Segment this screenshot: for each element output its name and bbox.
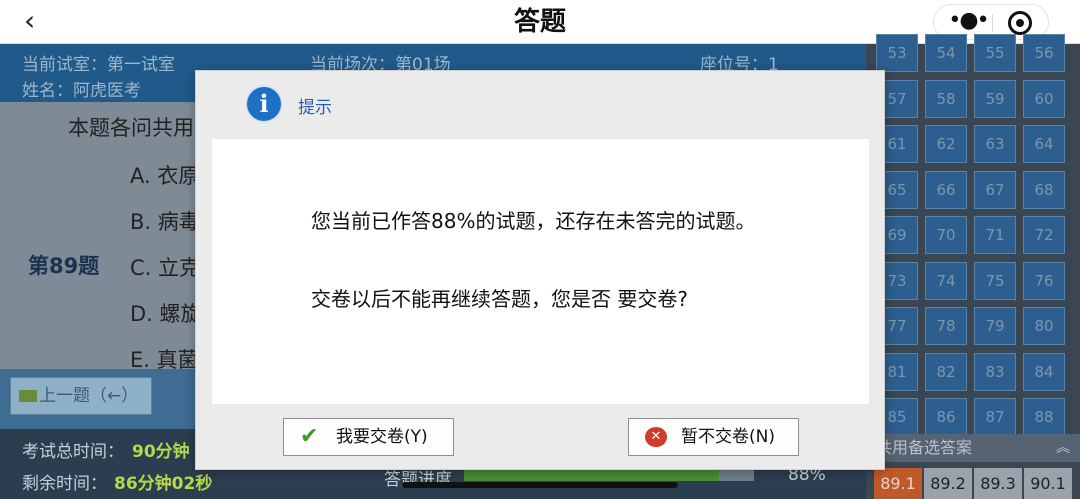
shared-answer-cell[interactable]: 89.1 [874,468,922,499]
shared-answer-cell[interactable]: 89.3 [974,468,1022,499]
question-cell[interactable]: 82 [925,352,967,391]
option-c[interactable]: C. 立克 [130,252,200,282]
dialog-title: 提示 [298,98,332,118]
shared-answers-header[interactable]: 共用备选答案 ︽ [866,434,1080,462]
arrow-left-icon [19,390,37,402]
question-cell[interactable]: 53 [876,34,918,72]
prev-question-button[interactable]: 上一题（←） [10,377,152,415]
question-cell[interactable]: 79 [974,307,1016,345]
shared-answer-cell[interactable]: 89.2 [924,468,972,499]
option-a[interactable]: A. 衣原 [130,160,199,190]
question-cell[interactable]: 62 [925,125,967,163]
question-cell[interactable]: 54 [925,34,967,72]
shared-answers-title: 共用备选答案 [876,438,973,457]
total-time-value: 90分钟 [132,442,190,462]
question-cell[interactable]: 58 [925,79,967,118]
option-d[interactable]: D. 螺旋 [130,298,202,328]
question-cell[interactable]: 72 [1023,216,1065,254]
question-number: 第89题 [28,254,100,278]
capsule-divider [992,14,993,32]
question-cell[interactable]: 87 [974,398,1016,436]
page-title: 答题 [513,7,566,37]
remain-time-value: 86分钟02秒 [114,474,213,494]
cancel-x-icon: ✕ [645,427,667,447]
info-icon: i [245,85,283,123]
question-cell[interactable]: 60 [1023,79,1065,118]
question-cell[interactable]: 67 [974,170,1016,209]
dialog-message-line1: 您当前已作答88%的试题，还存在未答完的试题。 [311,209,756,233]
question-cell[interactable]: 66 [925,170,967,209]
room-label: 当前试室：第一试室 [22,55,175,75]
question-cell[interactable]: 71 [974,216,1016,254]
question-cell[interactable]: 84 [1023,352,1065,391]
home-indicator [402,482,678,488]
question-cell[interactable]: 80 [1023,307,1065,345]
question-cell[interactable]: 83 [974,352,1016,391]
total-time-label: 考试总时间： [22,442,124,462]
question-cell[interactable]: 59 [974,79,1016,118]
question-cell[interactable]: 76 [1023,261,1065,300]
question-cell[interactable]: 88 [1023,398,1065,436]
dialog-body: 您当前已作答88%的试题，还存在未答完的试题。 交卷以后不能再继续答题，您是否 … [212,139,869,404]
question-cell[interactable]: 64 [1023,125,1065,163]
shared-answer-cell[interactable]: 90.1 [1024,468,1072,499]
submit-confirm-dialog: i 提示 您当前已作答88%的试题，还存在未答完的试题。 交卷以后不能再继续答题… [195,70,885,470]
checkmark-icon: ✔ [300,424,319,449]
confirm-submit-button[interactable]: ✔ 我要交卷(Y) [283,418,454,456]
question-grid: 53 54 55 56 57 58 59 60 61 62 63 64 65 66 67 68 69 70 71 72… [866,34,1080,499]
question-cell[interactable]: 78 [925,307,967,345]
close-miniprogram-icon[interactable] [1008,11,1032,35]
candidate-name: 姓名：阿虎医考 [22,81,141,101]
question-cell[interactable]: 68 [1023,170,1065,209]
question-cell[interactable]: 74 [925,261,967,300]
navigation-bar: ‹ 答题 •●• [0,0,1080,44]
question-cell[interactable]: 63 [974,125,1016,163]
prev-question-label: 上一题（←） [39,386,139,406]
question-stem: 本题各问共用 [68,116,194,140]
question-cell[interactable]: 56 [1023,34,1065,72]
option-b[interactable]: B. 病毒 [130,206,200,236]
dialog-message-line2: 交卷以后不能再继续答题，您是否 要交卷? [311,287,688,311]
remain-time-label: 剩余时间： [22,474,107,494]
question-cell[interactable]: 55 [974,34,1016,72]
confirm-submit-label: 我要交卷(Y) [336,427,428,447]
question-cell[interactable]: 75 [974,261,1016,300]
cancel-submit-button[interactable]: ✕ 暂不交卷(N) [628,418,799,456]
cancel-submit-label: 暂不交卷(N) [681,427,775,447]
question-cell[interactable]: 86 [925,398,967,436]
question-cell[interactable]: 70 [925,216,967,254]
collapse-chevron-icon[interactable]: ︽ [1056,434,1070,462]
